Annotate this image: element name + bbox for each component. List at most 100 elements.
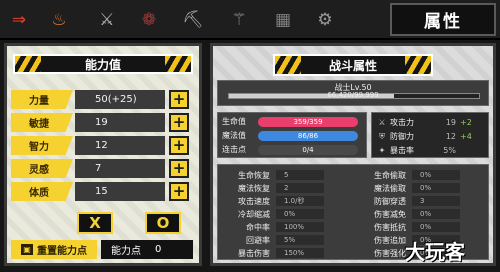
- vital-label: 生命值: [222, 117, 246, 126]
- ability-panel: 能力值 力量 50(+25) + 敏捷 19 + 智力 12 + 灵感 7 + 体质 15 + X O ▣ …: [4, 43, 202, 266]
- secondary-stat-row: 回避率 5%: [222, 234, 324, 246]
- defense-icon: ⛨: [379, 131, 385, 141]
- bag-icon[interactable]: ♨: [46, 7, 72, 33]
- secondary-stat-label: 伤害减免: [374, 209, 406, 219]
- secondary-stat-value: 0%: [412, 209, 460, 219]
- cancel-button[interactable]: X: [77, 212, 113, 234]
- secondary-stat-row: 伤害减免 0%: [358, 208, 460, 220]
- secondary-stat-label: 生命恢复: [238, 170, 270, 180]
- experience-text: 66,420/99,999: [327, 91, 379, 99]
- secondary-stat-label: 冷却缩减: [238, 209, 270, 219]
- stat-label: 攻击力: [390, 118, 414, 127]
- stat-value: 19: [75, 113, 165, 132]
- stat-label: 体质: [11, 182, 73, 201]
- secondary-stat-row: 防御穿透 3: [358, 195, 460, 207]
- attack-defense-section: ⚔ 攻击力 19 +2 ⛨ 防御力 12 +4 ✦ 暴击率 5%: [371, 112, 489, 158]
- vitals-section: 生命值 359/359 魔法值 86/86 连击点 0/4: [217, 112, 367, 158]
- reset-points-button[interactable]: ▣ 重置能力点: [11, 240, 97, 259]
- secondary-stat-row: 冷却缩减 0%: [222, 208, 324, 220]
- header-stripe-left: [15, 56, 41, 72]
- secondary-stat-value: 100%: [276, 222, 324, 232]
- stat-row-3: 灵感 7 +: [11, 159, 197, 178]
- ability-points-display: 能力点 0: [101, 240, 193, 259]
- confirm-button[interactable]: O: [145, 212, 181, 234]
- sword-icon[interactable]: ⚔: [94, 7, 120, 33]
- stat-value: 15: [75, 182, 165, 201]
- secondary-stat-label: 命中率: [246, 222, 270, 232]
- vital-row: 生命值 359/359: [222, 116, 366, 128]
- secondary-stat-value: 2: [276, 183, 324, 193]
- top-navigation-bar: ⇒ ♨ ⚔ ❁ ⛏ ⚚ ▦ ⚙ 属性: [0, 0, 500, 40]
- stat-bonus: +2: [460, 118, 472, 127]
- secondary-stat-label: 生命偷取: [374, 170, 406, 180]
- stat-value: 12: [75, 136, 165, 155]
- exit-arrow-icon[interactable]: ⇒: [6, 7, 32, 33]
- combat-stats-title: 战斗属性: [328, 58, 377, 73]
- attack-icon: ⚔: [378, 118, 386, 127]
- wand-icon[interactable]: ⚚: [226, 7, 252, 33]
- secondary-stat-value: 3: [412, 196, 460, 206]
- stat-label: 敏捷: [11, 113, 73, 132]
- stat-value: 7: [75, 159, 165, 178]
- header-stripe-right: [405, 56, 431, 74]
- increase-stat-button[interactable]: +: [169, 159, 189, 178]
- attack-defense-row: ⚔ 攻击力 19 +2: [376, 116, 488, 129]
- chest-icon[interactable]: ▦: [270, 7, 296, 33]
- secondary-stat-row: 攻击速度 1.0/秒: [222, 195, 324, 207]
- stat-row-0: 力量 50(+25) +: [11, 90, 197, 109]
- vital-row: 连击点 0/4: [222, 144, 366, 156]
- ability-panel-header: 能力值: [13, 54, 193, 74]
- attack-defense-row: ⛨ 防御力 12 +4: [376, 130, 488, 143]
- secondary-stat-label: 回避率: [246, 235, 270, 245]
- stat-row-1: 敏捷 19 +: [11, 113, 197, 132]
- stat-value: 5%: [443, 146, 456, 155]
- secondary-stat-label: 魔法恢复: [238, 183, 270, 193]
- increase-stat-button[interactable]: +: [169, 182, 189, 201]
- stat-label: 智力: [11, 136, 73, 155]
- stat-label: 暴击率: [390, 146, 414, 155]
- page-title: 属性: [390, 3, 496, 36]
- header-stripe-left: [275, 56, 301, 74]
- increase-stat-button[interactable]: +: [169, 136, 189, 155]
- secondary-stat-row: 生命恢复 5: [222, 169, 324, 181]
- secondary-stat-label: 伤害追加: [374, 235, 406, 245]
- secondary-stat-label: 暴击伤害: [238, 248, 270, 258]
- reset-points-label: 重置能力点: [37, 246, 87, 257]
- stat-value: 50(+25): [75, 90, 165, 109]
- pouch-icon[interactable]: ❁: [136, 7, 162, 33]
- secondary-stat-value: 0%: [412, 222, 460, 232]
- secondary-stat-row: 生命偷取 0%: [358, 169, 460, 181]
- secondary-stat-label: 魔法偷取: [374, 183, 406, 193]
- increase-stat-button[interactable]: +: [169, 90, 189, 109]
- secondary-stat-value: 5%: [276, 235, 324, 245]
- vital-row: 魔法值 86/86: [222, 130, 366, 142]
- combat-stats-header: 战斗属性: [273, 54, 433, 76]
- vital-bar: 86/86: [258, 131, 358, 141]
- secondary-stat-label: 伤害抵抗: [374, 222, 406, 232]
- increase-stat-button[interactable]: +: [169, 113, 189, 132]
- secondary-stat-value: 150%: [276, 248, 324, 258]
- secondary-stat-value: 0%: [412, 183, 460, 193]
- secondary-stat-label: 防御穿透: [374, 196, 406, 206]
- secondary-stat-value: 5: [276, 170, 324, 180]
- secondary-stat-row: 魔法偷取 0%: [358, 182, 460, 194]
- pickaxe-icon[interactable]: ⛏: [180, 7, 206, 33]
- ability-panel-title: 能力值: [84, 57, 121, 72]
- secondary-stat-value: 0%: [276, 209, 324, 219]
- attack-defense-row: ✦ 暴击率 5%: [376, 144, 488, 157]
- combat-stats-panel: 战斗属性 战士Lv.50 66,420/99,999 生命值 359/359 魔法值…: [210, 43, 496, 266]
- reset-icon: ▣: [21, 244, 33, 255]
- ability-points-label: 能力点: [111, 246, 141, 257]
- secondary-stat-row: 暴击伤害 150%: [222, 247, 324, 259]
- experience-section: 战士Lv.50 66,420/99,999: [217, 80, 489, 106]
- stat-row-2: 智力 12 +: [11, 136, 197, 155]
- vital-label: 魔法值: [222, 131, 246, 140]
- secondary-stat-label: 攻击速度: [238, 196, 270, 206]
- stat-label: 灵感: [11, 159, 73, 178]
- stat-label: 力量: [11, 90, 73, 109]
- secondary-stat-value: 1.0/秒: [276, 196, 324, 206]
- crit-icon: ✦: [378, 146, 386, 155]
- stat-value: 19: [445, 118, 456, 127]
- gear-icon[interactable]: ⚙: [312, 7, 338, 33]
- stat-row-4: 体质 15 +: [11, 182, 197, 201]
